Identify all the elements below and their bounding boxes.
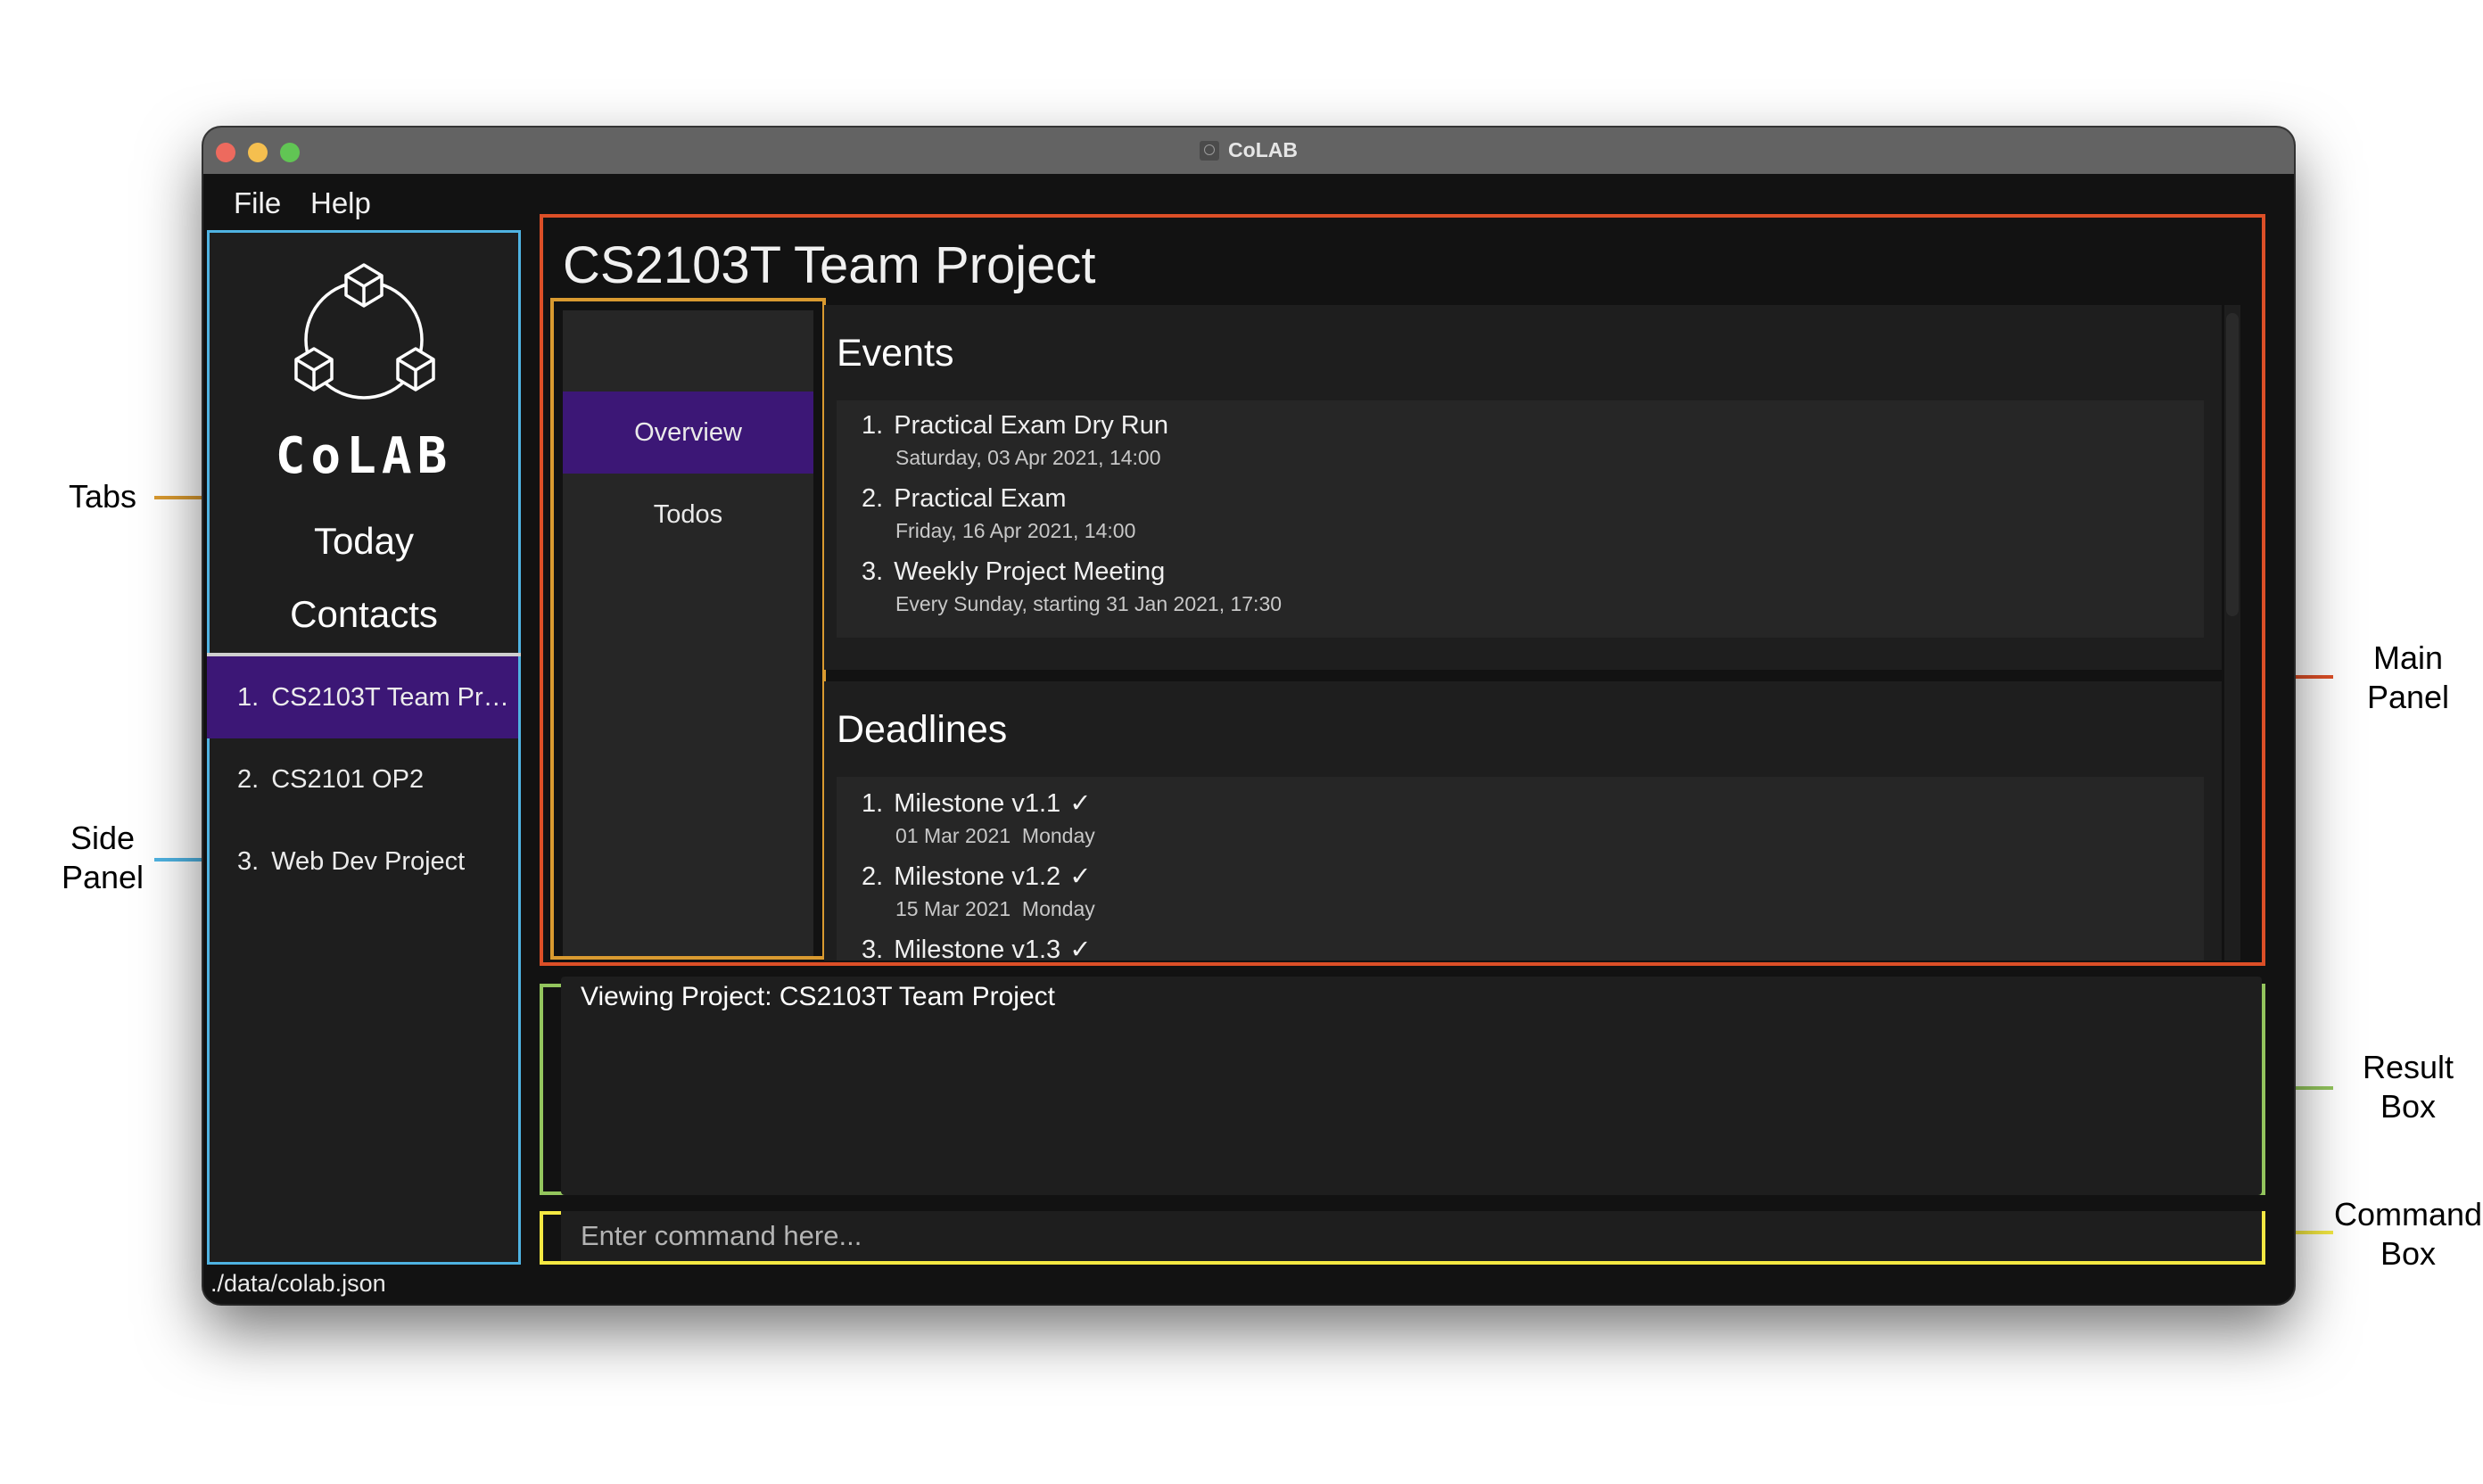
tabs-panel: Overview Todos (550, 298, 826, 960)
command-box (540, 1211, 2265, 1265)
deadline-item: 1. Milestone v1.1 ✓ 01 Mar 2021 Monday (862, 787, 1095, 848)
events-title: Events (837, 332, 954, 375)
annotation-command-box-line1: Command (2333, 1196, 2483, 1233)
event-datetime: Saturday, 03 Apr 2021, 14:00 (895, 446, 1161, 469)
app-icon (1200, 141, 1220, 161)
menu-file[interactable]: File (234, 186, 281, 220)
deadline-name: Milestone v1.2 (894, 862, 1061, 891)
deadline-number: 1. (862, 789, 884, 818)
annotation-result-box-label: Result Box (2346, 1048, 2471, 1126)
menu-help[interactable]: Help (310, 186, 371, 220)
project-name: Web Dev Project (271, 847, 466, 876)
event-name: Weekly Project Meeting (894, 557, 1166, 586)
deadlines-title: Deadlines (837, 708, 1008, 751)
project-number: 1. (237, 683, 260, 712)
deadline-number: 3. (862, 936, 884, 960)
check-icon: ✓ (1069, 936, 1092, 960)
project-number: 3. (237, 847, 260, 876)
app-window: CoLAB File Help CoLAB Today Contacts 1. … (203, 128, 2294, 1304)
annotation-side-panel-label: Side Panel (40, 819, 165, 897)
data-file-path: ./data/colab.json (210, 1270, 386, 1297)
check-icon: ✓ (1069, 862, 1092, 891)
annotation-main-panel-label: Main Panel (2346, 639, 2471, 717)
deadline-item: 2. Milestone v1.2 ✓ 15 Mar 2021 Monday (862, 861, 1095, 921)
logo-text: CoLAB (275, 427, 453, 485)
annotation-main-panel-line1: Main (2372, 639, 2444, 676)
title-bar: CoLAB (203, 128, 2294, 174)
annotation-side-panel-line1: Side (70, 820, 136, 856)
window-title: CoLAB (203, 138, 2294, 162)
deadline-date: 01 Mar 2021 Monday (895, 824, 1095, 847)
annotation-tabs-label: Tabs (68, 478, 137, 515)
event-number: 1. (862, 411, 884, 440)
project-list-item[interactable]: 1. CS2103T Team Proj... (207, 656, 518, 738)
tab-todos[interactable]: Todos (563, 474, 813, 556)
colab-logo: CoLAB (210, 251, 518, 485)
deadline-item: 3. Milestone v1.3 ✓ (862, 934, 1092, 960)
annotation-side-panel-line2: Panel (61, 859, 144, 895)
project-list-item[interactable]: 3. Web Dev Project (207, 820, 518, 903)
event-name: Practical Exam Dry Run (894, 411, 1168, 440)
scrollbar-thumb[interactable] (2226, 313, 2239, 616)
project-title: CS2103T Team Project (563, 236, 1096, 294)
annotation-main-panel-line2: Panel (2366, 679, 2450, 715)
annotation-result-box-line2: Box (2380, 1088, 2437, 1125)
overview-scrollbar[interactable] (2224, 305, 2240, 960)
window-title-text: CoLAB (1228, 138, 1298, 161)
check-icon: ✓ (1069, 789, 1092, 818)
project-list-item[interactable]: 2. CS2101 OP2 (207, 738, 518, 820)
event-name: Practical Exam (894, 484, 1067, 513)
result-box: Viewing Project: CS2103T Team Project (540, 977, 2265, 1195)
main-panel: CS2103T Team Project Overview Todos Even… (540, 214, 2265, 966)
events-card: Events 1. Practical Exam Dry Run Saturday… (824, 305, 2222, 670)
colab-logo-icon (294, 263, 435, 400)
deadline-name: Milestone v1.3 (894, 936, 1061, 960)
event-item: 1. Practical Exam Dry Run Saturday, 03 Ap… (862, 411, 1168, 470)
tab-list: Overview Todos (563, 310, 813, 956)
event-number: 3. (862, 557, 884, 586)
tab-overview[interactable]: Overview (563, 392, 813, 474)
nav-contacts[interactable]: Contacts (210, 593, 518, 636)
result-text: Viewing Project: CS2103T Team Project (581, 982, 1055, 1011)
annotation-command-box-line2: Box (2380, 1235, 2437, 1272)
project-number: 2. (237, 765, 260, 794)
event-datetime: Every Sunday, starting 31 Jan 2021, 17:3… (895, 592, 1283, 615)
deadlines-list: 1. Milestone v1.1 ✓ 01 Mar 2021 Monday 2. M… (837, 777, 2204, 960)
deadline-date: 15 Mar 2021 Monday (895, 897, 1095, 920)
events-list: 1. Practical Exam Dry Run Saturday, 03 Ap… (837, 400, 2204, 638)
deadline-name: Milestone v1.1 (894, 789, 1061, 818)
event-item: 3. Weekly Project Meeting Every Sunday, s… (862, 557, 1282, 616)
event-datetime: Friday, 16 Apr 2021, 14:00 (895, 519, 1136, 542)
project-name: CS2103T Team Proj... (271, 683, 518, 712)
deadlines-card: Deadlines 1. Milestone v1.1 ✓ 01 Mar 2021 … (824, 681, 2222, 960)
side-panel: CoLAB Today Contacts 1. CS2103T Team Proj… (207, 230, 521, 1265)
command-input[interactable] (561, 1211, 2262, 1261)
annotation-side-panel-line (154, 858, 210, 862)
overview-content: Events 1. Practical Exam Dry Run Saturday… (824, 305, 2222, 960)
event-item: 2. Practical Exam Friday, 16 Apr 2021, 14… (862, 484, 1135, 543)
project-name: CS2101 OP2 (271, 765, 425, 794)
nav-today[interactable]: Today (210, 520, 518, 563)
event-number: 2. (862, 484, 884, 513)
annotation-result-box-line1: Result (2362, 1049, 2454, 1085)
annotation-command-box-label: Command Box (2323, 1195, 2483, 1274)
deadline-number: 2. (862, 862, 884, 891)
result-display: Viewing Project: CS2103T Team Project (561, 977, 2262, 1195)
